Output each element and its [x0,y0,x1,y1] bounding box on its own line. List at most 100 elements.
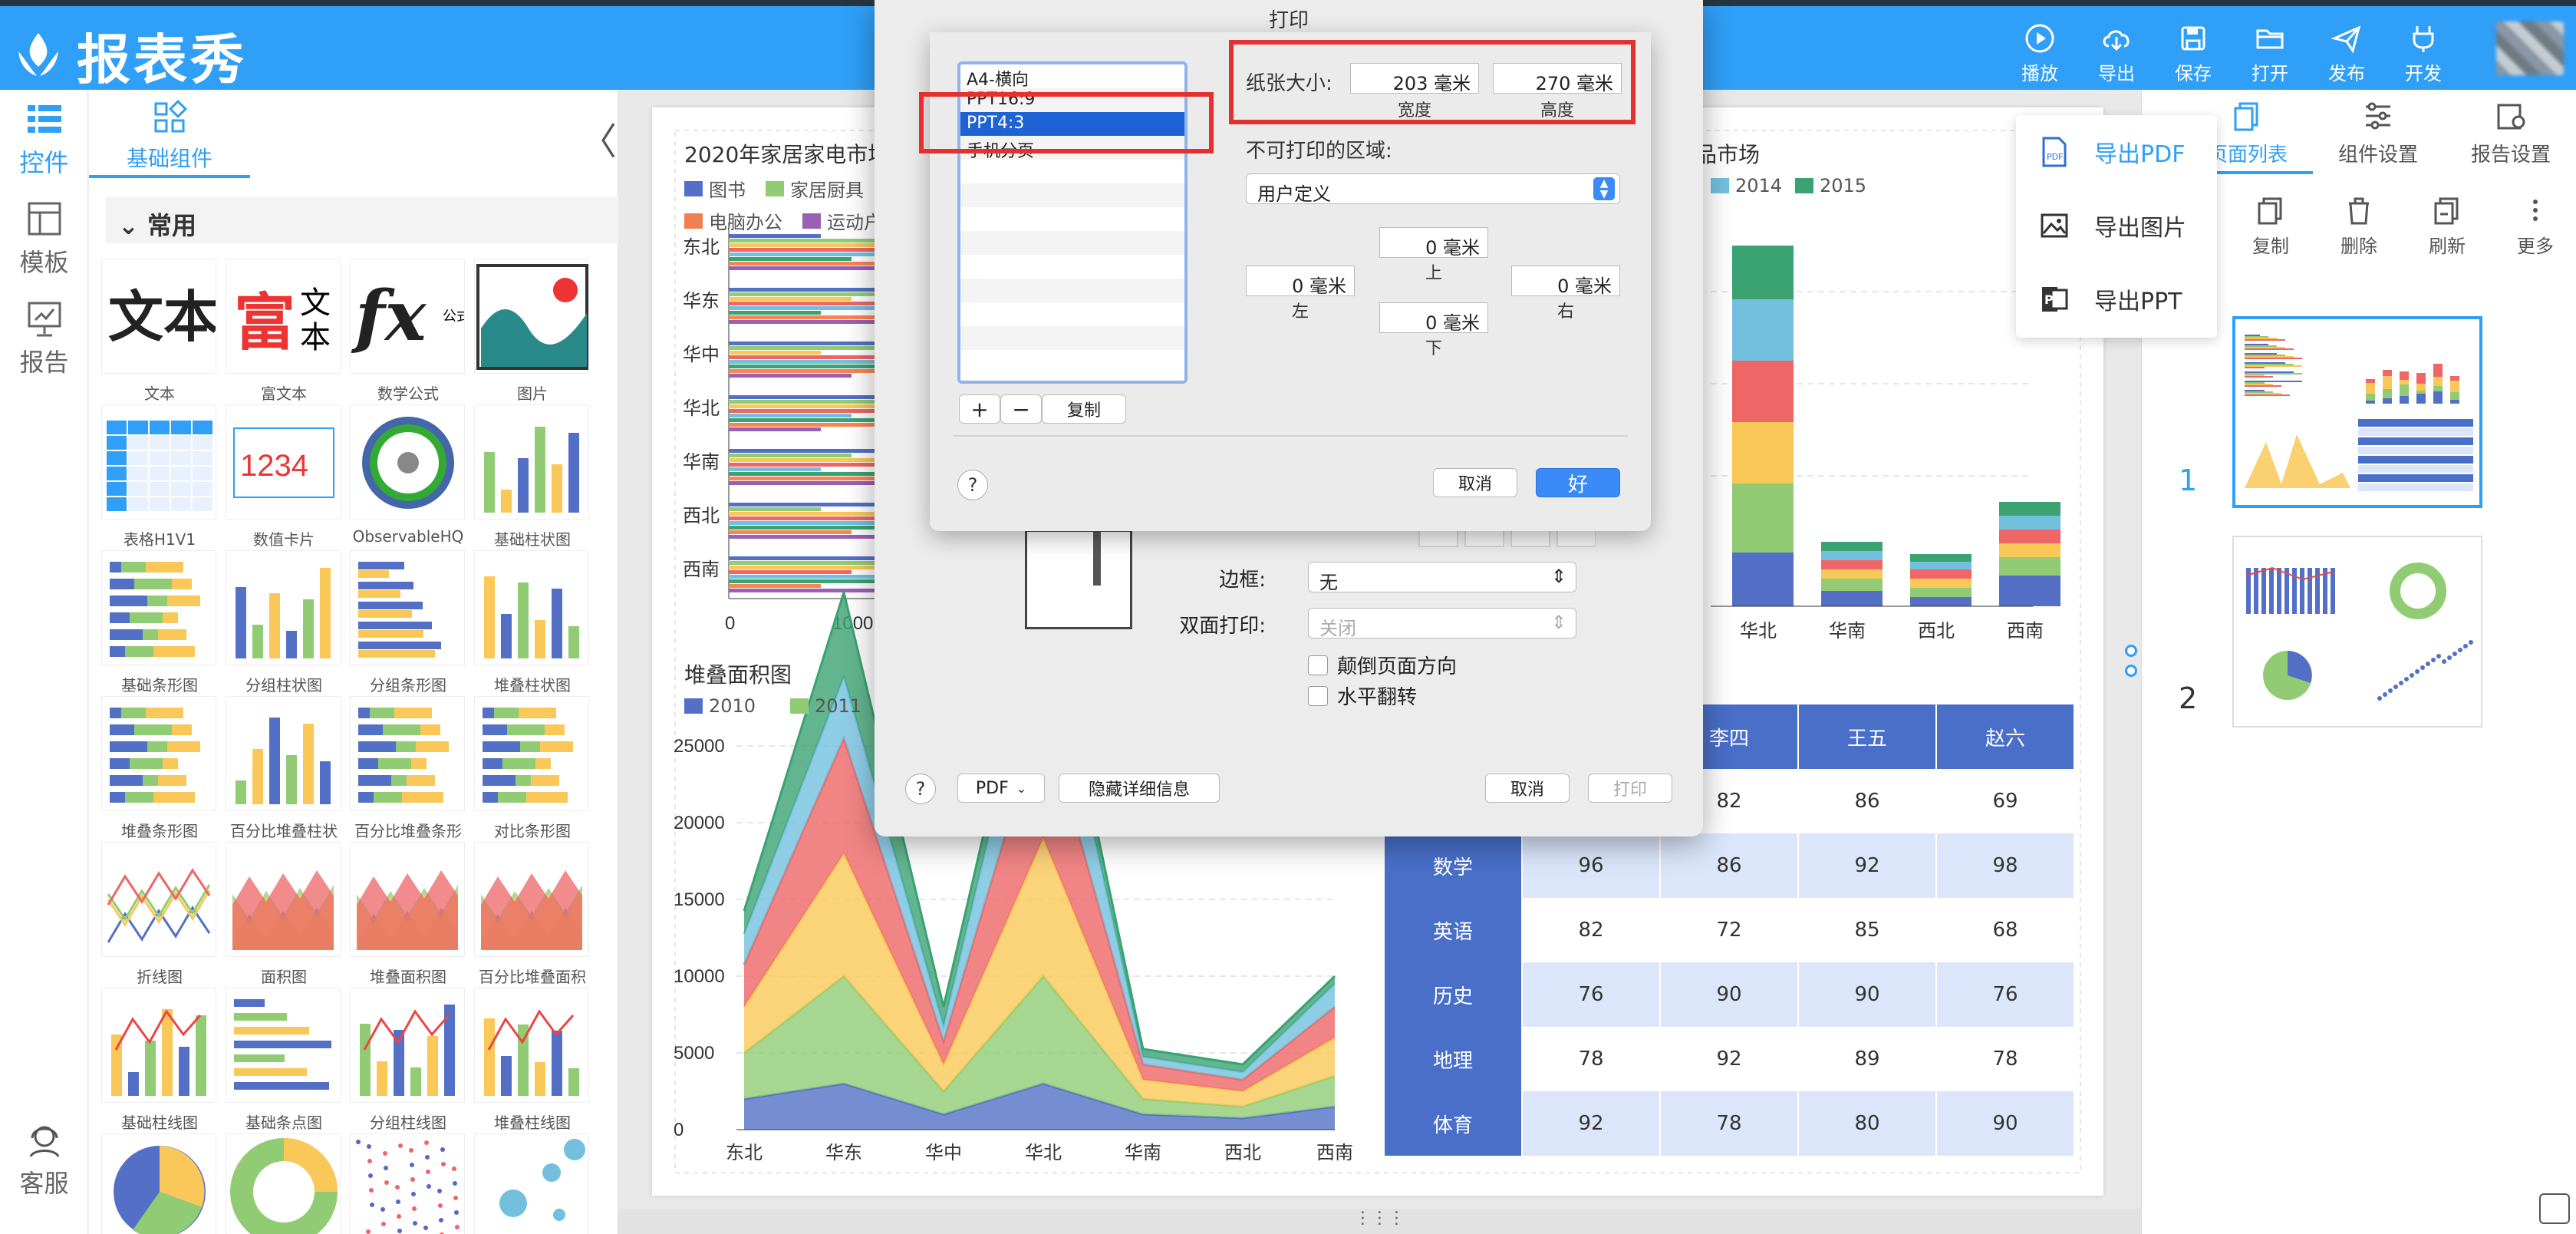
component-item[interactable]: 对比条形图 [474,696,591,841]
page-thumbnail[interactable] [2232,316,2482,508]
component-item[interactable] [350,1133,466,1234]
component-label: 分组条形图 [370,676,446,695]
paper-cancel-button[interactable]: 取消 [1433,468,1517,497]
thumb-bar [2366,383,2375,394]
updown-icon: ⇕ [1550,612,1566,633]
tab-page-list-label: 页面列表 [2207,144,2288,167]
component-item[interactable]: 文本 文本 [101,259,218,404]
component-item[interactable]: 堆叠条形图 [101,696,218,841]
nav-support[interactable]: 客服 [0,1118,88,1199]
margin-right-field[interactable]: 0 毫米 [1511,266,1620,297]
component-item[interactable]: 分组柱线图 [350,988,466,1133]
component-item[interactable]: 百分比堆叠面积图 [474,842,591,1009]
component-item[interactable]: 分组条形图 [350,550,466,695]
pdf-menu-button[interactable]: PDF ⌄ [957,774,1045,803]
margin-top-field[interactable]: 0 毫米 [1379,227,1488,259]
component-item[interactable]: 基础条形图 [101,550,218,695]
bottom-drag-handle[interactable]: ⋮⋮⋮ [618,1209,2141,1234]
play-button[interactable]: 播放 [2005,21,2074,85]
nonprintable-area-select[interactable]: 用户定义 ▲ ▼ [1246,173,1620,205]
user-avatar[interactable] [2496,21,2564,75]
tab-basic-components[interactable]: 基础组件 [89,90,250,178]
component-thumbnail [101,404,216,520]
thumb-point [2393,685,2398,689]
nav-controls[interactable]: 控件 [0,97,88,179]
component-thumbnail: 文本 [101,259,216,374]
delete-page-button[interactable]: 删除 [2321,194,2397,258]
component-item[interactable] [474,1133,591,1234]
component-item[interactable]: fx 公式数学公式 [350,259,466,404]
paper-ok-button[interactable]: 好 [1536,468,1620,497]
print-button[interactable]: 打印 [1588,774,1672,803]
help-button[interactable]: ? [905,774,936,804]
copy-page-button[interactable]: 复制 [2232,194,2309,258]
component-item[interactable]: 折线图 [101,842,218,987]
component-thumbnail: 1234 [226,404,341,520]
refresh-page-button[interactable]: 刷新 [2409,194,2485,258]
component-item[interactable]: 百分比堆叠柱状图 [226,696,342,863]
print-cancel-button[interactable]: 取消 [1485,774,1570,803]
component-thumbnail [226,1133,341,1234]
tab-report-settings[interactable]: 报告设置 [2446,90,2576,174]
save-button[interactable]: 保存 [2159,21,2228,85]
component-item[interactable]: 百分比堆叠条形图 [350,696,466,863]
checkbox-box[interactable] [1308,655,1328,675]
category-label: 华东 [825,1143,862,1163]
component-thumbnail [226,988,341,1103]
open-button[interactable]: 打开 [2235,21,2304,85]
component-item[interactable]: 堆叠柱状图 [474,550,591,695]
component-item[interactable]: 面积图 [226,842,342,987]
duplex-select[interactable]: 关闭 ⇕ [1308,608,1576,639]
publish-button[interactable]: 发布 [2312,21,2381,85]
category-label: 西北 [1918,621,1955,642]
hide-details-button[interactable]: 隐藏详细信息 [1059,774,1220,803]
nav-reports[interactable]: 报告 [0,297,88,378]
flip-orientation-checkbox[interactable]: 颠倒页面方向 [1308,651,1457,679]
component-item[interactable]: 分组柱状图 [226,550,342,695]
component-item[interactable]: ObservableHQ [350,404,466,546]
nav-templates[interactable]: 模板 [0,197,88,279]
stacked-bar [1910,597,1972,606]
export-ppt-item[interactable]: P 导出PPT [2016,262,2217,336]
more-button[interactable]: 更多 [2497,194,2574,258]
margin-bottom-field[interactable]: 0 毫米 [1379,302,1488,334]
component-item[interactable]: 基础柱状图 [474,404,591,549]
tab-component-settings[interactable]: 组件设置 [2313,90,2443,174]
expand-icon[interactable] [2539,1193,2570,1224]
bar [729,351,821,355]
section-common[interactable]: ⌄ 常用 [106,197,689,243]
component-item[interactable] [226,1133,342,1234]
export-pdf-item[interactable]: PDF 导出PDF [2016,115,2217,189]
component-item[interactable]: 富文本富文本 [226,259,342,404]
resize-handle[interactable] [2125,665,2137,677]
remove-preset-button[interactable]: − [1000,394,1042,424]
help-button[interactable]: ? [957,470,988,500]
collapse-panel-button[interactable]: 〈 [580,111,617,165]
border-select[interactable]: 无 ⇕ [1308,562,1576,593]
margin-left-field[interactable]: 0 毫米 [1246,266,1355,297]
page-thumbnail[interactable] [2232,536,2482,728]
export-image-item[interactable]: 导出图片 [2016,189,2217,262]
thumb-table-row [2358,483,2473,491]
component-item[interactable]: 基础条点图 [226,988,342,1133]
checkbox-box[interactable] [1308,685,1328,706]
component-item[interactable]: 堆叠面积图 [350,842,466,987]
component-item[interactable]: 1234 数值卡片 [226,404,342,549]
table-cell: 78 [1937,1027,2075,1091]
resize-handle[interactable] [2125,645,2137,657]
horizontal-flip-checkbox[interactable]: 水平翻转 [1308,681,1417,710]
component-item[interactable]: 表格H1V1 [101,404,218,549]
add-preset-button[interactable]: + [959,394,1000,424]
export-button[interactable]: 导出 [2082,21,2151,85]
stacked-bar [1999,530,2060,543]
component-item[interactable]: 图片 [474,259,591,404]
component-item[interactable]: 堆叠柱线图 [474,988,591,1133]
duplicate-preset-button[interactable]: 复制 [1042,394,1126,424]
open-label: 打开 [2252,63,2288,84]
develop-button[interactable]: 开发 [2389,21,2458,85]
app-logo[interactable]: 报表秀 [11,17,247,94]
thumb-point [2404,677,2409,681]
component-item[interactable]: 基础柱线图 [101,988,218,1133]
component-item[interactable] [101,1133,218,1234]
preset-item[interactable]: A4-横向 [960,64,1184,90]
